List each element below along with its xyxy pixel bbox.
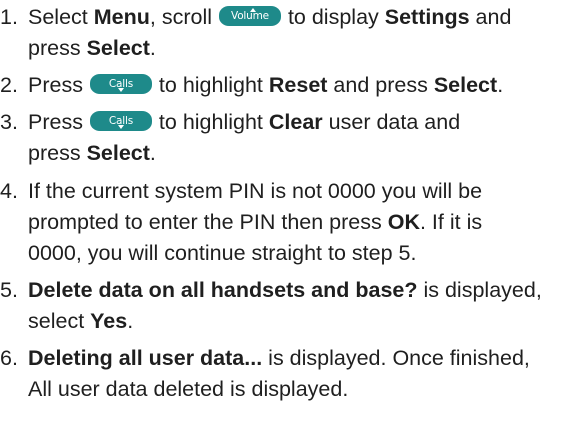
step-text: Press Calls to highlight Clear user data… — [28, 107, 583, 169]
clear-keyword: Clear — [268, 110, 323, 134]
step-text-fragment: to display — [281, 5, 385, 29]
step-text-fragment: . — [127, 309, 134, 333]
step-text-fragment: Select — [28, 5, 94, 29]
calls-key-icon: Calls — [89, 111, 152, 132]
menu-keyword: Menu — [93, 5, 150, 29]
arrow-down-icon — [117, 125, 124, 130]
step-number: 3. — [0, 110, 18, 134]
step-number: 2. — [0, 73, 18, 97]
step-number: 4. — [0, 179, 18, 203]
select-keyword: Select — [86, 36, 150, 60]
yes-keyword: Yes — [90, 309, 128, 333]
step-number: 5. — [0, 278, 18, 302]
ok-keyword: OK — [387, 210, 420, 234]
step-text-fragment: to highlight — [152, 110, 269, 134]
delete-data-prompt: Delete data on all handsets and base? — [28, 278, 418, 302]
step-text-fragment: . If it is — [419, 210, 483, 234]
step-text: Deleting all user data... is displayed. … — [28, 343, 583, 405]
step-text-line: 0000, you will continue straight to step… — [28, 241, 417, 265]
step-text-fragment: is displayed, — [417, 278, 542, 302]
step-text-fragment: is displayed. Once finished, — [262, 346, 530, 370]
step-text: Press Calls to highlight Reset and press… — [28, 70, 583, 101]
step-number: 6. — [0, 346, 18, 370]
step-text-fragment: , scroll — [149, 5, 218, 29]
select-keyword: Select — [86, 141, 150, 165]
step-text-fragment: to highlight — [152, 73, 269, 97]
select-keyword: Select — [433, 73, 498, 97]
step-text: Select Menu, scroll Volume to display Se… — [28, 2, 583, 64]
arrow-up-icon — [249, 8, 256, 13]
settings-keyword: Settings — [384, 5, 470, 29]
step-text-fragment: . — [497, 73, 504, 97]
calls-key-icon: Calls — [89, 74, 152, 95]
step-text-fragment: select — [28, 309, 91, 333]
reset-keyword: Reset — [268, 73, 328, 97]
step-text-line: All user data deleted is displayed. — [28, 377, 349, 401]
step-text-fragment: Press — [28, 73, 89, 97]
step-text: Delete data on all handsets and base? is… — [28, 275, 583, 337]
step-text: If the current system PIN is not 0000 yo… — [28, 176, 583, 269]
arrow-down-icon — [117, 88, 124, 93]
step-number: 1. — [0, 5, 18, 29]
step-text-line: If the current system PIN is not 0000 yo… — [28, 179, 483, 203]
step-text-fragment: press — [28, 36, 87, 60]
step-text-fragment: and press — [327, 73, 434, 97]
step-text-fragment: prompted to enter the PIN then press — [28, 210, 388, 234]
step-text-fragment: press — [28, 141, 87, 165]
step-text-fragment: user data and — [322, 110, 461, 134]
step-text-fragment: . — [149, 36, 156, 60]
step-text-fragment: . — [149, 141, 156, 165]
step-text-fragment: Press — [28, 110, 89, 134]
volume-key-icon: Volume — [218, 6, 281, 27]
deleting-message: Deleting all user data... — [28, 346, 263, 370]
step-text-fragment: and — [469, 5, 512, 29]
